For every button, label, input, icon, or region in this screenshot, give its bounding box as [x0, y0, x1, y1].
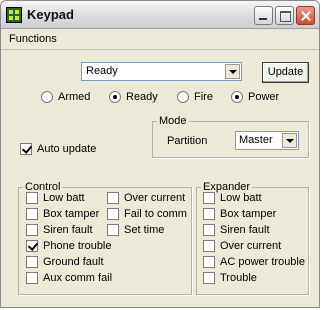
minimize-button[interactable]	[254, 6, 273, 25]
checkbox-label: Siren fault	[220, 224, 270, 236]
partition-label: Partition	[167, 135, 208, 147]
checkbox-label: Over current	[220, 240, 282, 252]
auto-update-box[interactable]	[20, 143, 32, 155]
control-over-current[interactable]: Over current	[107, 192, 185, 204]
checkbox-label: Phone trouble	[43, 240, 112, 252]
checkbox-box[interactable]	[203, 224, 215, 236]
chevron-down-icon[interactable]	[282, 133, 297, 148]
checkbox-box[interactable]	[26, 272, 38, 284]
checkbox-label: Siren fault	[43, 224, 93, 236]
control-fail-to-comm[interactable]: Fail to comm	[107, 208, 187, 220]
checkbox-label: Ground fault	[43, 256, 104, 268]
expander-trouble[interactable]: Trouble	[203, 272, 257, 284]
control-box-tamper[interactable]: Box tamper	[26, 208, 99, 220]
control-phone-trouble[interactable]: Phone trouble	[26, 240, 112, 252]
state-indicator-ready[interactable]: Ready	[109, 91, 158, 103]
checkbox-box[interactable]	[107, 208, 119, 220]
checkbox-label: Box tamper	[220, 208, 277, 220]
checkbox-label: Low batt	[43, 192, 85, 204]
checkbox-box[interactable]	[203, 256, 215, 268]
state-label-power: Power	[248, 91, 280, 103]
keypad-window: Keypad Functions Ready Update Armed Read…	[0, 0, 320, 308]
state-label-armed: Armed	[58, 91, 91, 103]
status-dropdown[interactable]: Ready	[81, 62, 242, 81]
checkbox-box[interactable]	[107, 224, 119, 236]
partition-dropdown-value: Master	[239, 134, 273, 146]
checkbox-box[interactable]	[26, 256, 38, 268]
radio-ready[interactable]	[109, 91, 121, 103]
control-set-time[interactable]: Set time	[107, 224, 164, 236]
expander-box-tamper[interactable]: Box tamper	[203, 208, 276, 220]
checkbox-label: Over current	[124, 192, 186, 204]
checkbox-box[interactable]	[203, 240, 215, 252]
radio-power[interactable]	[231, 91, 243, 103]
radio-armed[interactable]	[41, 91, 53, 103]
auto-update-label: Auto update	[37, 143, 97, 155]
title-bar[interactable]: Keypad	[1, 1, 319, 29]
expander-siren-fault[interactable]: Siren fault	[203, 224, 270, 236]
menu-bar: Functions	[1, 30, 319, 50]
checkbox-label: Box tamper	[43, 208, 100, 220]
checkbox-box[interactable]	[203, 192, 215, 204]
auto-update-checkbox[interactable]: Auto update	[20, 143, 96, 155]
checkbox-label: AC power trouble	[220, 256, 305, 268]
radio-fire[interactable]	[177, 91, 189, 103]
close-button[interactable]	[296, 6, 315, 25]
window-title: Keypad	[27, 7, 74, 22]
update-button[interactable]: Update	[262, 62, 309, 83]
mode-legend: Mode	[159, 115, 187, 127]
checkbox-box[interactable]	[26, 192, 38, 204]
checkbox-box[interactable]	[26, 208, 38, 220]
checkbox-label: Low batt	[220, 192, 262, 204]
checkbox-box[interactable]	[107, 192, 119, 204]
state-indicator-fire[interactable]: Fire	[177, 91, 213, 103]
state-indicator-armed[interactable]: Armed	[41, 91, 90, 103]
checkbox-box[interactable]	[203, 208, 215, 220]
control-siren-fault[interactable]: Siren fault	[26, 224, 93, 236]
checkbox-box[interactable]	[203, 272, 215, 284]
menu-functions[interactable]: Functions	[9, 33, 57, 45]
state-label-ready: Ready	[126, 91, 158, 103]
checkbox-label: Set time	[124, 224, 165, 236]
maximize-button[interactable]	[275, 6, 294, 25]
expander-over-current[interactable]: Over current	[203, 240, 281, 252]
state-label-fire: Fire	[194, 91, 213, 103]
chevron-down-icon[interactable]	[225, 64, 240, 79]
expander-low-batt[interactable]: Low batt	[203, 192, 262, 204]
keypad-app-icon	[6, 7, 22, 23]
control-low-batt[interactable]: Low batt	[26, 192, 85, 204]
control-aux-comm-fail[interactable]: Aux comm fail	[26, 272, 112, 284]
state-indicator-power[interactable]: Power	[231, 91, 279, 103]
status-dropdown-value: Ready	[86, 65, 118, 77]
checkbox-label: Aux comm fail	[43, 272, 113, 284]
checkbox-box[interactable]	[26, 224, 38, 236]
expander-ac-power-trouble[interactable]: AC power trouble	[203, 256, 305, 268]
checkbox-label: Trouble	[220, 272, 257, 284]
checkbox-box[interactable]	[26, 240, 38, 252]
checkbox-label: Fail to comm	[124, 208, 187, 220]
control-ground-fault[interactable]: Ground fault	[26, 256, 104, 268]
partition-dropdown[interactable]: Master	[235, 131, 299, 150]
